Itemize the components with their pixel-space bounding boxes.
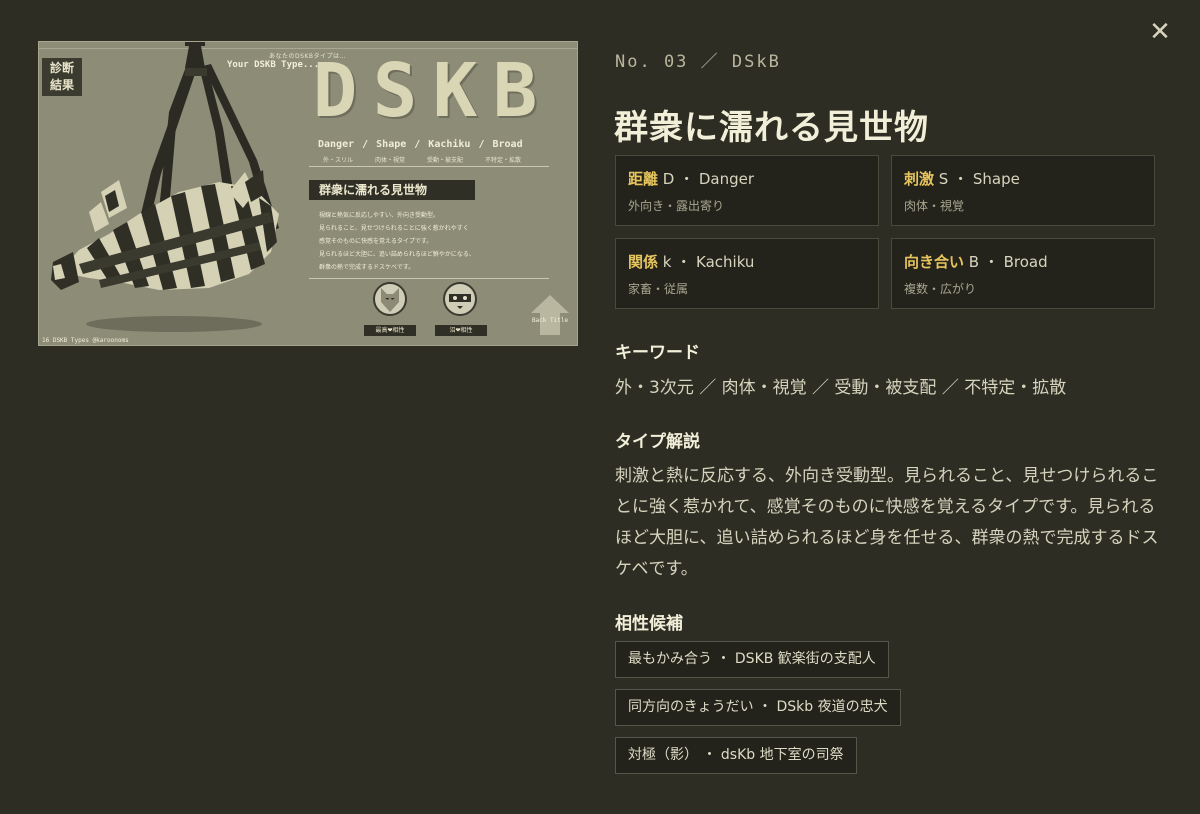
- compatibility-best-match[interactable]: 最もかみ合う ・ DSKB 歓楽街の支配人: [615, 641, 889, 678]
- axis-sub: 不特定・拡散: [485, 157, 522, 164]
- type-letter: K: [432, 48, 478, 134]
- axis-sub: 複数・広がり: [904, 282, 977, 296]
- type-letter: D: [312, 48, 358, 134]
- axis-sub: 肉体・視覚: [904, 199, 965, 213]
- card-description: 視線と熱気に反応しやすい、外向き受動型。 見られること、見せつけられることに強く…: [319, 209, 549, 274]
- card-axis-words: Danger / Shape / Kachiku / Broad: [318, 139, 523, 150]
- swamp-match-label: 沼❤相性: [435, 325, 487, 336]
- axis-value: B ・ Broad: [968, 253, 1048, 271]
- axis-separator: /: [478, 139, 485, 150]
- keywords-text: 外・3次元 ／ 肉体・視覚 ／ 受動・被支配 ／ 不特定・拡散: [615, 378, 1067, 398]
- axis-label: 関係: [628, 253, 659, 271]
- card-divider: [309, 166, 549, 167]
- badge-line-2: 結果: [49, 78, 74, 92]
- result-badge: 診断 結果: [42, 58, 82, 96]
- axis-label: 距離: [628, 170, 659, 188]
- card-title: 群衆に濡れる見世物: [309, 180, 475, 200]
- card-desc-line: 群衆の熱で完成するドスケベです。: [319, 264, 415, 271]
- axis-word: Kachiku: [428, 139, 471, 150]
- close-icon: ✕: [1149, 17, 1171, 47]
- axis-word: Danger: [318, 139, 355, 150]
- description-text: 刺激と熱に反応する、外向き受動型。見られること、見せつけられることに強く惹かれて…: [615, 466, 1159, 579]
- axis-sub: 肉体・視覚: [375, 157, 406, 164]
- card-type-letters: D S K B: [309, 48, 541, 134]
- axis-value: S ・ Shape: [938, 170, 1020, 188]
- back-title-button[interactable]: Back Title: [529, 293, 571, 337]
- up-arrow-icon: [531, 295, 569, 335]
- card-axis-subs: 外・スリル 肉体・視覚 受動・被支配 不特定・拡散: [323, 155, 521, 164]
- axis-word: Broad: [492, 139, 523, 150]
- type-letter: S: [372, 48, 418, 134]
- axis-sub: 家畜・従属: [628, 282, 689, 296]
- back-title-label: Back Title: [531, 317, 569, 324]
- axis-card-relation: 関係 k ・ Kachiku 家畜・従属: [615, 238, 879, 309]
- axis-value: D ・ Danger: [662, 170, 755, 188]
- axis-separator: /: [414, 139, 421, 150]
- axis-label: 刺激: [904, 170, 935, 188]
- card-desc-line: 視線と熱気に反応しやすい、外向き受動型。: [319, 212, 439, 219]
- card-desc-line: 見られるほど大胆に、追い詰められるほど鮮やかになる、: [319, 251, 475, 258]
- result-card-image: 診断 結果 あなたのDSKBタイプは… Your DSKB Type... D …: [38, 41, 578, 346]
- axis-value: k ・ Kachiku: [662, 253, 755, 271]
- badge-line-1: 診断: [49, 61, 74, 75]
- axis-label: 向き合い: [904, 253, 965, 271]
- compatibility-opposite[interactable]: 対極（影） ・ dsKb 地下室の司祭: [615, 737, 857, 774]
- axis-separator: /: [362, 139, 369, 150]
- card-footer: 16 DSKB Types @karoonoms: [42, 337, 129, 344]
- raccoon-portrait-icon: [443, 282, 477, 316]
- close-button[interactable]: ✕: [1146, 18, 1174, 46]
- axis-sub: 受動・被支配: [427, 157, 464, 164]
- card-your-type: Your DSKB Type...: [227, 60, 320, 70]
- card-desc-line: 感覚そのものに快感を覚えるタイプです。: [319, 238, 433, 245]
- axis-sub: 外向き・露出寄り: [628, 199, 725, 213]
- axis-sub: 外・スリル: [323, 157, 354, 164]
- card-divider: [309, 278, 549, 279]
- wolf-icon: [381, 288, 399, 312]
- type-number: No. 03 ／ DSkB: [615, 52, 781, 72]
- axis-word: Shape: [376, 139, 407, 150]
- axis-card-facing: 向き合い B ・ Broad 複数・広がり: [891, 238, 1155, 309]
- wolf-portrait-icon: [373, 282, 407, 316]
- page-title: 群衆に濡れる見世物: [614, 108, 929, 148]
- compatibility-sibling[interactable]: 同方向のきょうだい ・ DSkb 夜道の忠犬: [615, 689, 901, 726]
- description-heading: タイプ解説: [615, 432, 700, 452]
- type-letter: B: [492, 48, 538, 134]
- best-match-label: 最高❤相性: [364, 325, 416, 336]
- card-desc-line: 見られること、見せつけられることに強く惹かれやすく: [319, 225, 469, 232]
- axis-card-distance: 距離 D ・ Danger 外向き・露出寄り: [615, 155, 879, 226]
- keywords-heading: キーワード: [615, 343, 700, 363]
- axis-card-stimulus: 刺激 S ・ Shape 肉体・視覚: [891, 155, 1155, 226]
- compatibility-heading: 相性候補: [615, 614, 683, 634]
- raccoon-icon: [449, 294, 471, 309]
